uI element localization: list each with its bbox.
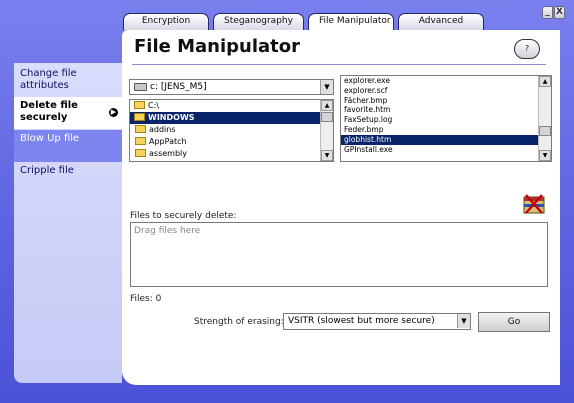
minimize-button[interactable]: _ bbox=[542, 6, 553, 19]
sidebar-item-cripple[interactable]: Cripple file bbox=[14, 162, 122, 194]
app-window: _ X Encryption Steganography File Manipu… bbox=[0, 0, 574, 403]
page-title: File Manipulator bbox=[134, 36, 301, 57]
folder-icon bbox=[135, 149, 146, 157]
close-button[interactable]: X bbox=[554, 6, 565, 19]
folder-label: WINDOWS bbox=[148, 113, 195, 122]
strength-label: Strength of erasing: bbox=[194, 317, 284, 327]
title-divider bbox=[132, 64, 546, 65]
strength-select-value: VSITR (slowest but more secure) bbox=[288, 316, 435, 326]
sidebar-item-label: Delete file securely bbox=[20, 100, 78, 123]
folder-list[interactable]: C:\ WINDOWS addins AppPatch assembly ▲ ▼ bbox=[129, 99, 334, 162]
sidebar: Change file attributes Delete file secur… bbox=[14, 63, 122, 383]
file-drop-area[interactable]: Drag files here bbox=[130, 222, 548, 287]
scroll-thumb[interactable] bbox=[539, 126, 551, 136]
sidebar-item-label: Cripple file bbox=[20, 165, 74, 176]
drive-selector[interactable]: c: [JENS_M5] ▼ bbox=[129, 79, 334, 95]
window-controls: _ X bbox=[542, 6, 566, 20]
files-count: Files: 0 bbox=[130, 294, 162, 304]
file-list-scrollbar[interactable]: ▲ ▼ bbox=[538, 76, 551, 161]
scroll-thumb[interactable] bbox=[321, 112, 333, 122]
sidebar-item-blow-up[interactable]: Blow Up file bbox=[14, 130, 122, 162]
chevron-down-icon[interactable]: ▼ bbox=[320, 80, 333, 94]
folder-open-icon bbox=[134, 113, 145, 121]
file-item[interactable]: FaxSetup.log bbox=[341, 115, 551, 125]
folder-item[interactable]: assembly bbox=[130, 148, 333, 160]
drive-selector-value: c: [JENS_M5] bbox=[150, 82, 207, 92]
scroll-up-icon[interactable]: ▲ bbox=[321, 100, 333, 111]
folder-item[interactable]: WINDOWS bbox=[130, 112, 333, 124]
strength-select[interactable]: VSITR (slowest but more secure) ▼ bbox=[283, 313, 471, 330]
scroll-up-icon[interactable]: ▲ bbox=[539, 76, 551, 87]
sidebar-item-delete-securely[interactable]: Delete file securely ▶ bbox=[14, 97, 122, 129]
file-item[interactable]: GPInstall.exe bbox=[341, 145, 551, 155]
shredder-icon[interactable] bbox=[522, 193, 546, 215]
folder-label: addins bbox=[149, 125, 176, 134]
folder-open-icon bbox=[134, 101, 145, 109]
tab-steganography[interactable]: Steganography bbox=[213, 13, 304, 30]
folder-item[interactable]: addins bbox=[130, 124, 333, 136]
file-item[interactable]: explorer.scf bbox=[341, 86, 551, 96]
file-item[interactable]: globhist.htm bbox=[341, 134, 551, 145]
file-item[interactable]: Fächer.bmp bbox=[341, 96, 551, 106]
folder-label: assembly bbox=[149, 149, 187, 158]
hard-drive-icon bbox=[134, 83, 147, 91]
scroll-down-icon[interactable]: ▼ bbox=[321, 150, 333, 161]
tab-file-manipulator[interactable]: File Manipulator bbox=[308, 13, 394, 30]
tab-bar: Encryption Steganography File Manipulato… bbox=[123, 13, 484, 30]
sidebar-item-label: Blow Up file bbox=[20, 133, 80, 144]
help-button[interactable]: ? bbox=[514, 39, 540, 59]
folder-icon bbox=[135, 137, 146, 145]
play-bullet-icon: ▶ bbox=[109, 108, 118, 117]
sidebar-item-label: Change file attributes bbox=[20, 68, 77, 91]
scroll-down-icon[interactable]: ▼ bbox=[539, 150, 551, 161]
chevron-down-icon[interactable]: ▼ bbox=[457, 314, 470, 328]
file-list[interactable]: explorer.exe explorer.scf Fächer.bmp fav… bbox=[340, 75, 552, 162]
tab-encryption[interactable]: Encryption bbox=[123, 13, 209, 30]
folder-label: AppPatch bbox=[149, 137, 187, 146]
files-to-delete-label: Files to securely delete: bbox=[130, 211, 237, 221]
drop-placeholder: Drag files here bbox=[134, 226, 201, 236]
folder-item[interactable]: C:\ bbox=[130, 100, 333, 112]
file-item[interactable]: Feder.bmp bbox=[341, 125, 551, 135]
file-item[interactable]: explorer.exe bbox=[341, 76, 551, 86]
file-item[interactable]: favorite.htm bbox=[341, 105, 551, 115]
folder-item[interactable]: AppPatch bbox=[130, 136, 333, 148]
folder-icon bbox=[135, 125, 146, 133]
sidebar-item-change-attributes[interactable]: Change file attributes bbox=[14, 65, 122, 97]
folder-list-scrollbar[interactable]: ▲ ▼ bbox=[320, 100, 333, 161]
main-panel: File Manipulator ? c: [JENS_M5] ▼ C:\ WI… bbox=[122, 30, 560, 385]
folder-label: C:\ bbox=[148, 101, 159, 110]
tab-advanced[interactable]: Advanced bbox=[398, 13, 484, 30]
go-button[interactable]: Go bbox=[478, 312, 550, 332]
